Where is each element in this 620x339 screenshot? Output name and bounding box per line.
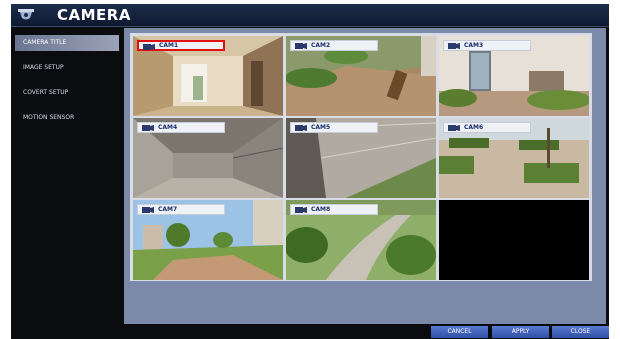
- sidebar-item-image-setup[interactable]: IMAGE SETUP: [15, 60, 119, 76]
- camera-icon: [295, 125, 307, 131]
- title-bar: CAMERA: [11, 4, 609, 27]
- camera-title-field-1[interactable]: CAM1: [137, 40, 225, 51]
- camera-icon: [448, 125, 460, 131]
- camera-icon: [142, 207, 154, 213]
- camera-title-field-8[interactable]: CAM8: [290, 204, 378, 215]
- camera-grid-panel: CAM1 CAM2 CAM3 CAM4 CAM5 CAM6 CAM7 CAM8: [124, 28, 606, 324]
- camera-title-text: CAM5: [311, 124, 331, 131]
- camera-dome-icon: [18, 9, 34, 20]
- sidebar-item-camera-title[interactable]: CAMERA TITLE: [15, 35, 119, 51]
- camera-tile-4[interactable]: CAM4: [133, 118, 283, 198]
- close-button[interactable]: CLOSE: [552, 326, 609, 338]
- camera-title-text: CAM4: [158, 124, 178, 131]
- camera-title-text: CAM8: [311, 206, 331, 213]
- camera-title-field-4[interactable]: CAM4: [137, 122, 225, 133]
- camera-tile-6[interactable]: CAM6: [439, 118, 589, 198]
- camera-title-field-5[interactable]: CAM5: [290, 122, 378, 133]
- camera-grid: CAM1 CAM2 CAM3 CAM4 CAM5 CAM6 CAM7 CAM8: [130, 33, 592, 281]
- cancel-button[interactable]: CANCEL: [431, 326, 488, 338]
- empty-camera-slot: [439, 200, 589, 280]
- camera-title-text: CAM1: [159, 42, 179, 49]
- camera-icon: [143, 44, 155, 50]
- window-title: CAMERA: [57, 6, 131, 24]
- camera-icon: [295, 207, 307, 213]
- camera-title-text: CAM7: [158, 206, 178, 213]
- camera-title-field-3[interactable]: CAM3: [443, 40, 531, 51]
- sidebar-item-motion-sensor[interactable]: MOTION SENSOR: [15, 110, 119, 126]
- apply-button[interactable]: APPLY: [492, 326, 549, 338]
- camera-tile-1[interactable]: CAM1: [133, 36, 283, 116]
- camera-tile-8[interactable]: CAM8: [286, 200, 436, 280]
- camera-icon: [448, 43, 460, 49]
- camera-title-text: CAM6: [464, 124, 484, 131]
- camera-window: CAMERA CAMERA TITLE IMAGE SETUP COVERT S…: [11, 4, 609, 339]
- camera-tile-5[interactable]: CAM5: [286, 118, 436, 198]
- camera-title-text: CAM2: [311, 42, 331, 49]
- camera-tile-7[interactable]: CAM7: [133, 200, 283, 280]
- camera-title-field-7[interactable]: CAM7: [137, 204, 225, 215]
- camera-icon: [142, 125, 154, 131]
- camera-tile-2[interactable]: CAM2: [286, 36, 436, 116]
- camera-tile-3[interactable]: CAM3: [439, 36, 589, 116]
- camera-title-text: CAM3: [464, 42, 484, 49]
- sidebar: CAMERA TITLE IMAGE SETUP COVERT SETUP MO…: [11, 27, 119, 339]
- button-bar: CANCEL APPLY CLOSE: [11, 324, 609, 339]
- sidebar-item-covert-setup[interactable]: COVERT SETUP: [15, 85, 119, 101]
- camera-title-field-2[interactable]: CAM2: [290, 40, 378, 51]
- camera-title-field-6[interactable]: CAM6: [443, 122, 531, 133]
- camera-icon: [295, 43, 307, 49]
